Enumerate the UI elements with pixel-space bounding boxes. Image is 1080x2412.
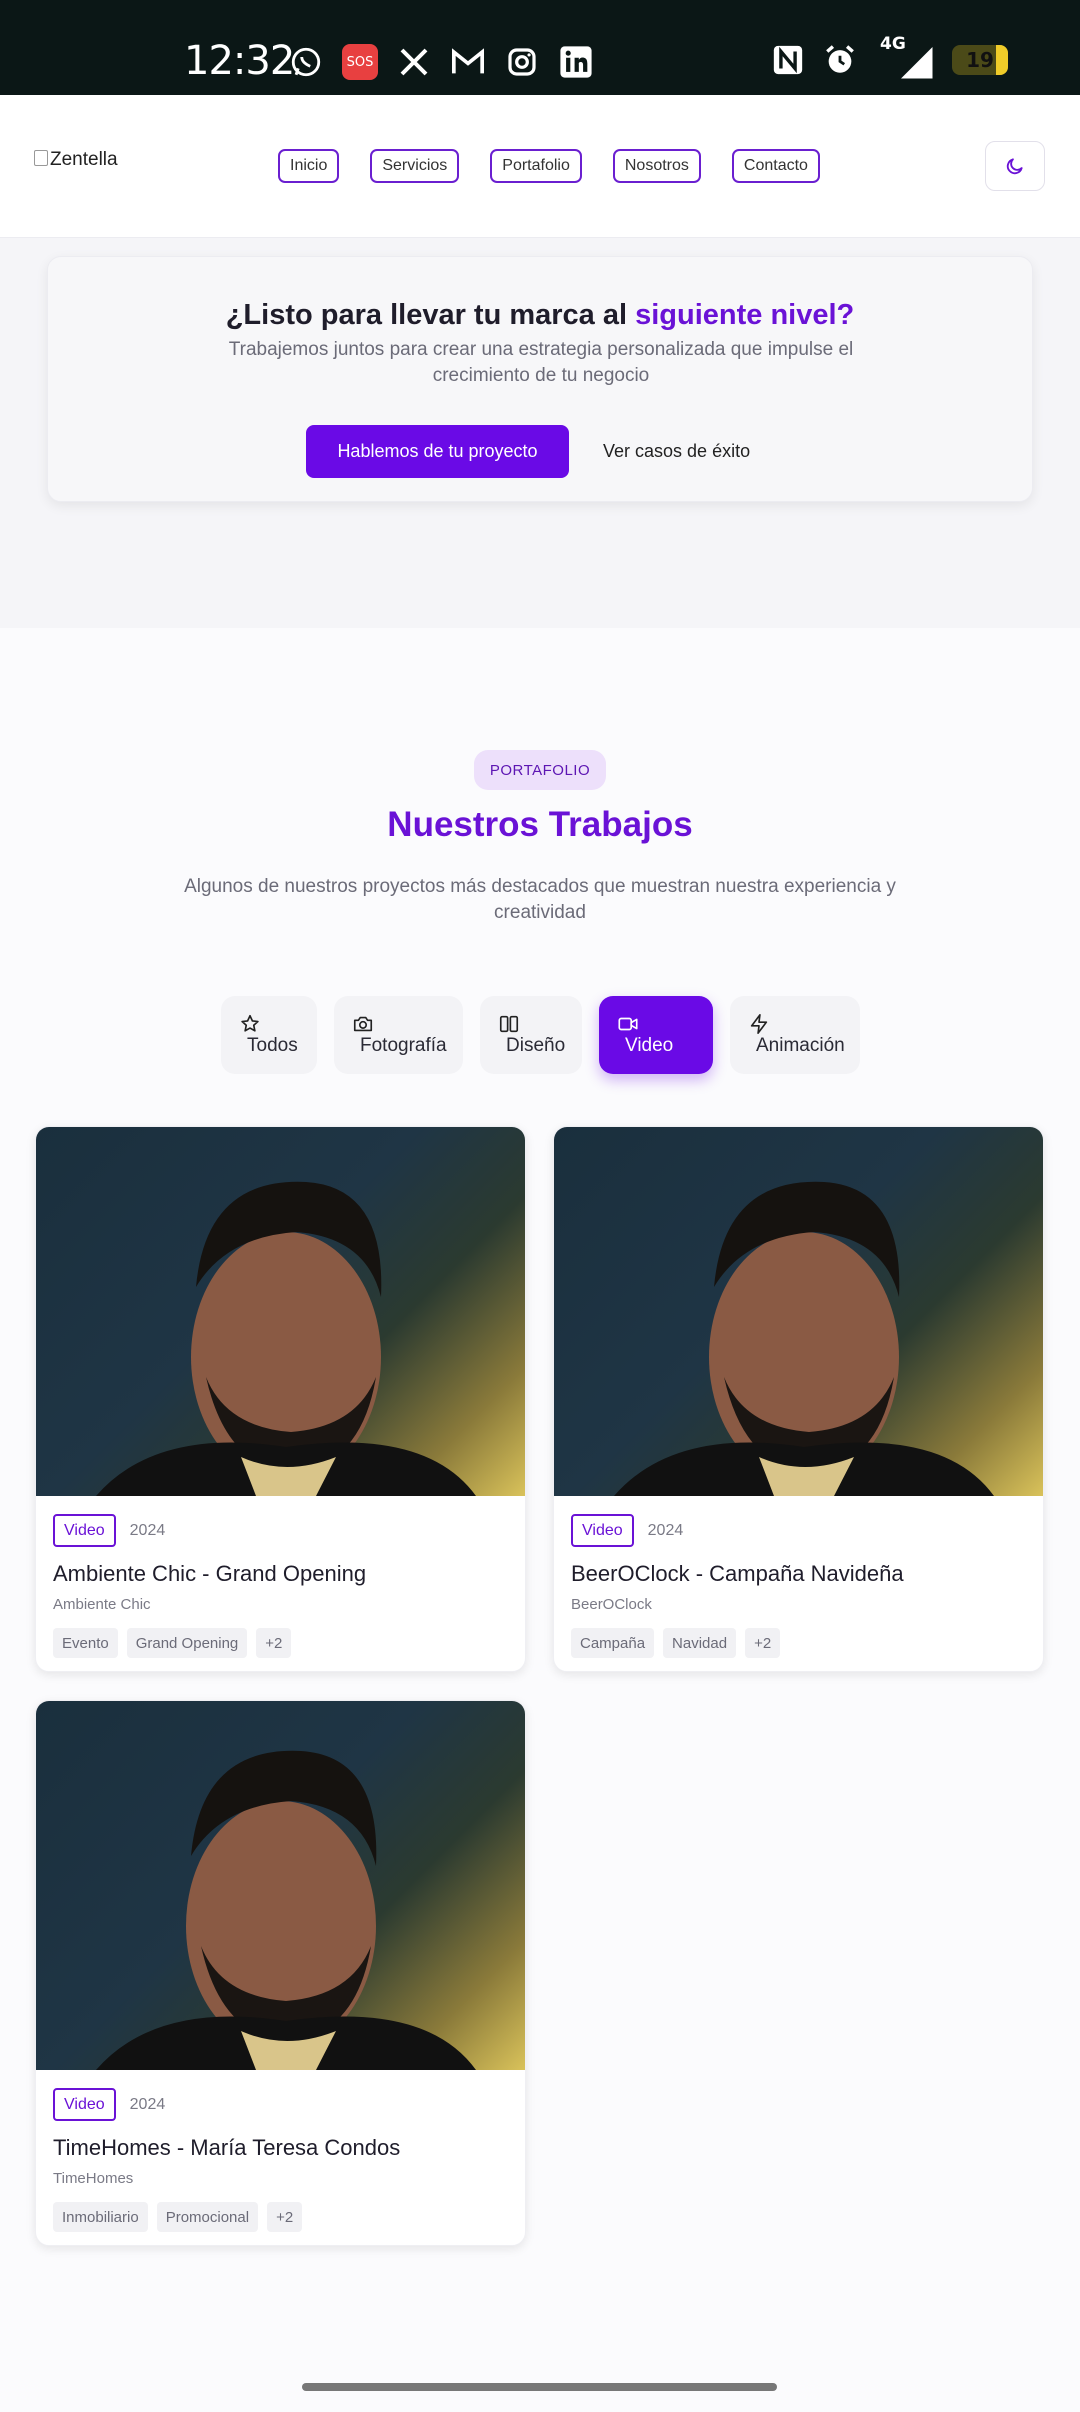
project-card[interactable]: Video 2024 TimeHomes - María Teresa Cond… — [35, 1700, 526, 2246]
filter-label: Video — [625, 1035, 674, 1056]
tag-more: +2 — [256, 1628, 292, 1658]
project-tags: Evento Grand Opening +2 — [53, 1628, 508, 1658]
success-cases-link[interactable]: Ver casos de éxito — [603, 425, 750, 478]
alarm-icon — [822, 42, 858, 78]
logo-alt-text: Zentella — [50, 149, 118, 170]
category-badge: Video — [53, 2088, 116, 2121]
tag: Navidad — [663, 1628, 737, 1658]
section-pill: PORTAFOLIO — [474, 750, 606, 790]
project-tags: Campaña Navidad +2 — [571, 1628, 1026, 1658]
project-client: BeerOClock — [571, 1596, 652, 1613]
nfc-icon — [770, 42, 806, 78]
project-year: 2024 — [129, 2095, 166, 2113]
site-header: Zentella Inicio Servicios Portafolio Nos… — [0, 95, 1080, 238]
project-title: BeerOClock - Campaña Navideña — [571, 1561, 904, 1586]
home-indicator[interactable] — [302, 2383, 777, 2391]
project-year: 2024 — [647, 1521, 684, 1539]
cta-card: ¿Listo para llevar tu marca al siguiente… — [47, 256, 1033, 502]
project-thumbnail — [36, 1127, 525, 1496]
battery-level: 19 — [966, 48, 994, 72]
status-time: 12:32 — [184, 38, 295, 84]
cta-title-accent: siguiente nivel? — [635, 299, 855, 331]
tag: Grand Opening — [126, 1628, 248, 1658]
x-icon — [396, 44, 432, 80]
project-thumbnail — [36, 1701, 525, 2070]
gmail-icon — [450, 44, 486, 80]
filter-diseno[interactable]: Diseño — [480, 996, 582, 1074]
category-badge: Video — [53, 1514, 116, 1547]
cta-section: ¿Listo para llevar tu marca al siguiente… — [0, 238, 1080, 628]
tag: Evento — [53, 1628, 118, 1658]
tag-more: +2 — [745, 1628, 781, 1658]
columns-icon — [499, 1015, 519, 1033]
filter-label: Diseño — [506, 1035, 566, 1056]
project-thumbnail — [554, 1127, 1043, 1496]
filter-label: Todos — [247, 1035, 298, 1056]
project-client: Ambiente Chic — [53, 1596, 151, 1613]
project-tags: Inmobiliario Promocional +2 — [53, 2202, 508, 2232]
status-bar: 12:32 SOS 4G 19 — [0, 0, 1080, 95]
camera-icon — [353, 1016, 373, 1032]
sos-icon: SOS — [342, 44, 378, 80]
project-title: TimeHomes - María Teresa Condos — [53, 2135, 401, 2160]
nav-portafolio[interactable]: Portafolio — [490, 149, 582, 183]
filter-label: Animación — [756, 1035, 845, 1056]
network-label: 4G — [880, 34, 906, 54]
project-year: 2024 — [129, 1521, 166, 1539]
nav-contacto[interactable]: Contacto — [731, 149, 820, 183]
broken-image-icon — [34, 150, 48, 166]
cta-title-main: ¿Listo para llevar tu marca al — [225, 299, 636, 331]
main-nav: Inicio Servicios Portafolio Nosotros Con… — [278, 149, 820, 183]
sos-label: SOS — [342, 44, 378, 80]
cta-subtitle: Trabajemos juntos para crear una estrate… — [228, 339, 854, 386]
nav-servicios[interactable]: Servicios — [370, 149, 460, 183]
filter-todos[interactable]: Todos — [221, 996, 317, 1074]
project-title: Ambiente Chic - Grand Opening — [53, 1561, 367, 1586]
project-body: Video 2024 BeerOClock - Campaña Navideña… — [554, 1496, 1043, 1671]
project-body: Video 2024 Ambiente Chic - Grand Opening… — [36, 1496, 525, 1671]
project-card[interactable]: Video 2024 Ambiente Chic - Grand Opening… — [35, 1126, 526, 1672]
section-title: Nuestros Trabajos — [387, 805, 693, 844]
system-icons: 4G 19 — [770, 34, 1008, 79]
filter-label: Fotografía — [360, 1035, 447, 1056]
category-badge: Video — [571, 1514, 634, 1547]
tag: Inmobiliario — [53, 2202, 148, 2232]
tag-more: +2 — [267, 2202, 303, 2232]
filter-animacion[interactable]: Animación — [730, 996, 860, 1074]
moon-icon — [1006, 158, 1023, 175]
project-body: Video 2024 TimeHomes - María Teresa Cond… — [36, 2070, 525, 2245]
theme-toggle-button[interactable] — [985, 141, 1045, 191]
notification-icons: SOS — [288, 44, 594, 80]
tag: Promocional — [156, 2202, 259, 2232]
project-card[interactable]: Video 2024 BeerOClock - Campaña Navideña… — [553, 1126, 1044, 1672]
star-icon — [241, 1014, 259, 1032]
section-subtitle: Algunos de nuestros proyectos más destac… — [184, 876, 896, 923]
cta-title: ¿Listo para llevar tu marca al siguiente… — [48, 299, 1032, 332]
filter-video[interactable]: Video — [599, 996, 713, 1074]
project-client: TimeHomes — [53, 2170, 134, 2187]
video-icon — [618, 1017, 638, 1031]
linkedin-icon — [558, 44, 594, 80]
battery-icon: 19 — [952, 45, 1008, 75]
whatsapp-icon — [288, 44, 324, 80]
nav-inicio[interactable]: Inicio — [278, 149, 340, 183]
nav-nosotros[interactable]: Nosotros — [612, 149, 701, 183]
instagram-icon — [504, 44, 540, 80]
zap-icon — [750, 1014, 768, 1034]
tag: Campaña — [571, 1628, 655, 1658]
signal-4g-icon: 4G — [874, 34, 936, 79]
logo[interactable]: Zentella — [34, 149, 118, 171]
filter-tabs: Todos Fotografía Diseño Video Animación — [221, 996, 860, 1074]
contact-project-button[interactable]: Hablemos de tu proyecto — [306, 425, 569, 478]
filter-fotografia[interactable]: Fotografía — [334, 996, 463, 1074]
